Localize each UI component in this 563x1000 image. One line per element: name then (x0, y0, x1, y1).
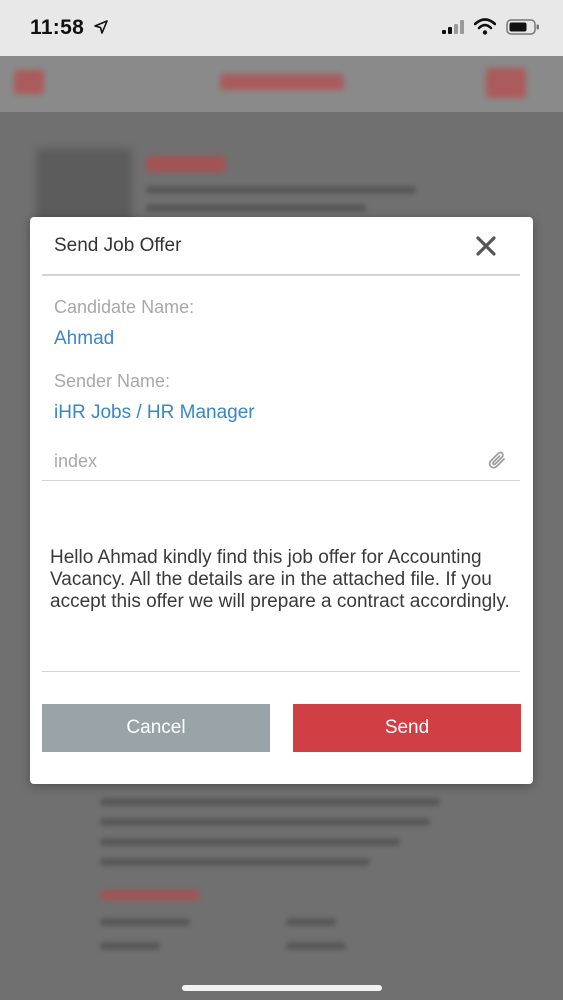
background-title (220, 74, 344, 90)
cancel-button[interactable]: Cancel (42, 704, 270, 752)
sender-name-label: Sender Name: (54, 371, 171, 391)
candidate-name-value: Ahmad (54, 328, 115, 349)
candidate-name-label: Candidate Name: (54, 297, 195, 317)
background-line (100, 942, 160, 950)
wifi-icon (474, 18, 496, 35)
background-menu-icon (486, 68, 526, 98)
background-line (100, 858, 370, 866)
status-time: 11:58 (30, 16, 85, 39)
background-line (286, 942, 346, 950)
background-line (146, 204, 366, 212)
header-divider (42, 274, 520, 276)
attachment-field[interactable] (42, 443, 520, 481)
background-line (146, 186, 416, 194)
close-icon[interactable] (471, 231, 501, 261)
location-arrow-icon (94, 20, 108, 34)
status-bar: 11:58 (0, 0, 563, 56)
send-job-offer-dialog: Send Job Offer Candidate Name: Ahmad Sen… (30, 217, 533, 784)
background-line (100, 838, 400, 846)
background-back-icon (14, 70, 44, 94)
background-section-title (100, 890, 200, 900)
background-line (100, 818, 430, 826)
background-app-header (0, 56, 563, 112)
paperclip-icon[interactable] (484, 447, 512, 475)
message-divider (42, 671, 520, 672)
cellular-signal-icon (442, 20, 464, 34)
home-indicator[interactable] (182, 985, 382, 991)
battery-icon (506, 19, 539, 35)
send-button[interactable]: Send (293, 704, 521, 752)
dialog-title: Send Job Offer (54, 235, 182, 256)
background-line (100, 918, 190, 926)
background-name (146, 156, 226, 172)
background-line (286, 918, 336, 926)
offer-message[interactable]: Hello Ahmad kindly find this job offer f… (50, 547, 512, 613)
sender-name-value: iHR Jobs / HR Manager (54, 402, 255, 423)
background-line (100, 798, 440, 806)
